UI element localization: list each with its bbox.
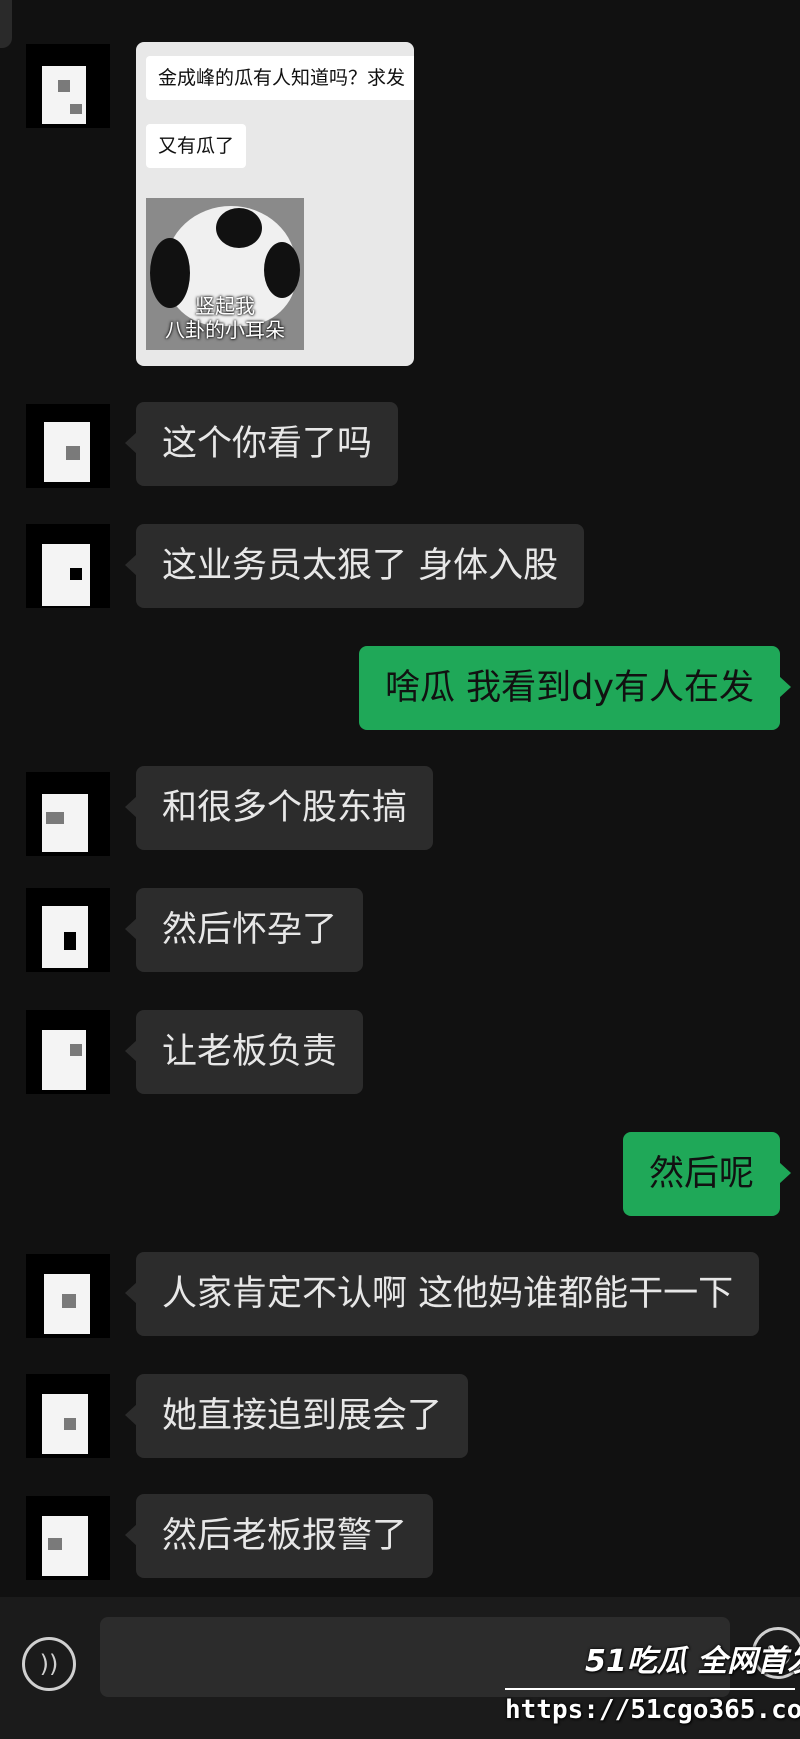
message-bubble[interactable]: 然后怀孕了 — [124, 888, 364, 972]
message-text: 人家肯定不认啊 这他妈谁都能干一下 — [162, 1274, 734, 1314]
message-bubble[interactable]: 这业务员太狠了 身体入股 — [124, 524, 585, 608]
message-text: 然后怀孕了 — [162, 910, 338, 950]
message-bubble[interactable]: 人家肯定不认啊 这他妈谁都能干一下 — [124, 1252, 760, 1336]
message-text: 和很多个股东搞 — [162, 788, 408, 828]
quoted-line-2: 又有瓜了 — [146, 124, 247, 168]
watermark-brand: 51吃瓜 全网首发 — [585, 1644, 800, 1679]
sticker-caption-1: 竖起我 — [195, 294, 255, 318]
voice-icon[interactable]: )) — [22, 1637, 76, 1691]
message-text: 然后呢 — [648, 1154, 754, 1194]
message-bubble[interactable]: 她直接追到展会了 — [124, 1374, 469, 1458]
contact-avatar[interactable] — [26, 772, 110, 856]
message-bubble[interactable]: 让老板负责 — [124, 1010, 364, 1094]
quoted-line-1: 金成峰的瓜有人知道吗？求发 — [146, 56, 414, 100]
watermark-url: https://51cgo365.com — [505, 1695, 800, 1725]
message-text: 然后老板报警了 — [162, 1516, 408, 1556]
watermark-divider — [505, 1688, 795, 1690]
message-text: 她直接追到展会了 — [162, 1396, 443, 1436]
panda-sticker-image[interactable]: 竖起我 八卦的小耳朵 — [146, 198, 304, 350]
message-bubble[interactable]: 和很多个股东搞 — [124, 766, 434, 850]
contact-avatar[interactable] — [26, 524, 110, 608]
contact-avatar[interactable] — [26, 1496, 110, 1580]
message-text: 让老板负责 — [162, 1032, 338, 1072]
message-bubble-sent[interactable]: 啥瓜 我看到dy有人在发 — [358, 646, 792, 730]
contact-avatar[interactable] — [26, 404, 110, 488]
message-text: 啥瓜 我看到dy有人在发 — [384, 668, 754, 708]
message-bubble[interactable]: 然后老板报警了 — [124, 1494, 434, 1578]
contact-avatar[interactable] — [26, 1374, 110, 1458]
chat-screen: 金成峰的瓜有人知道吗？求发 又有瓜了 竖起我 八卦的小耳朵 这个你看了吗 这业务… — [0, 0, 800, 1739]
top-corner-decoration — [0, 0, 12, 48]
message-bubble[interactable]: 这个你看了吗 — [124, 402, 399, 486]
sticker-caption-2: 八卦的小耳朵 — [165, 318, 285, 342]
message-text: 这个你看了吗 — [162, 424, 373, 464]
contact-avatar[interactable] — [26, 1254, 110, 1338]
message-text: 这业务员太狠了 身体入股 — [162, 546, 559, 586]
contact-avatar[interactable] — [26, 888, 110, 972]
message-bubble-sent[interactable]: 然后呢 — [622, 1132, 792, 1216]
contact-avatar[interactable] — [26, 44, 110, 128]
contact-avatar[interactable] — [26, 1010, 110, 1094]
quoted-message-card[interactable]: 金成峰的瓜有人知道吗？求发 又有瓜了 竖起我 八卦的小耳朵 — [136, 42, 414, 366]
